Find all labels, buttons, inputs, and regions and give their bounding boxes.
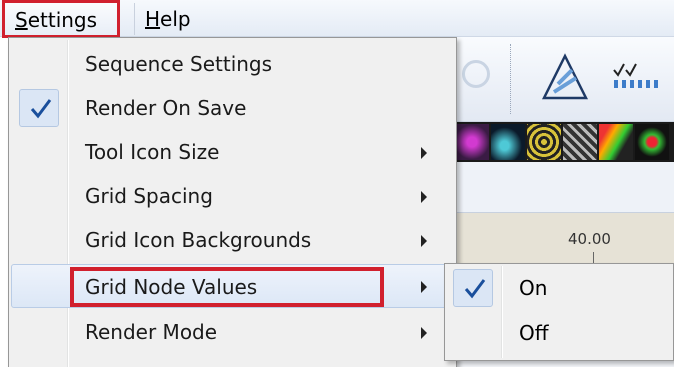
menu-item-grid-spacing[interactable]: Grid Spacing (11, 174, 454, 218)
checkmark-icon (459, 266, 491, 310)
menu-settings[interactable]: Settings (2, 0, 120, 38)
menu-settings-mnemonic: S (15, 8, 28, 32)
submenu-arrow-icon (421, 281, 427, 293)
menu-item-label: Sequence Settings (85, 52, 273, 76)
submenu-arrow-icon (421, 235, 427, 247)
submenu-item-label: Off (519, 321, 549, 345)
menu-item-render-on-save[interactable]: Render On Save (11, 86, 454, 130)
effect-thumbnail-icon[interactable] (455, 124, 489, 160)
menu-item-label: Render Mode (85, 320, 218, 344)
menu-item-render-mode[interactable]: Render Mode (11, 310, 454, 354)
effect-thumbnail-strip (455, 122, 674, 162)
checklist-tool-icon[interactable] (612, 60, 668, 90)
effect-thumbnail-icon[interactable] (635, 124, 669, 160)
effect-thumbnail-icon[interactable] (563, 124, 597, 160)
menu-item-label: Grid Node Values (85, 275, 258, 299)
submenu-arrow-icon (421, 191, 427, 203)
toolbar-separator (510, 44, 513, 114)
ruler-label: 40.00 (568, 230, 611, 248)
checkmark-icon (25, 86, 57, 130)
menu-help-label: elp (160, 7, 191, 31)
menu-item-label: Render On Save (85, 96, 247, 120)
toolbar-lower-area (455, 162, 674, 213)
triangle-tool-icon[interactable] (540, 52, 590, 102)
menu-settings-label: ettings (27, 8, 98, 32)
effect-thumbnail-icon[interactable] (599, 124, 633, 160)
menu-item-sequence-settings[interactable]: Sequence Settings (11, 42, 454, 86)
submenu-arrow-icon (421, 147, 427, 159)
submenu-arrow-icon (421, 327, 427, 339)
menu-item-label: Grid Icon Backgrounds (85, 228, 312, 252)
effect-thumbnail-icon[interactable] (527, 124, 561, 160)
menu-help-mnemonic: H (145, 7, 161, 31)
timeline-ruler (455, 213, 674, 268)
menu-bar: Settings Help (0, 0, 674, 38)
effect-thumbnail-icon[interactable] (491, 124, 525, 160)
menu-item-tool-icon-size[interactable]: Tool Icon Size (11, 130, 454, 174)
submenu-item-off[interactable]: Off (447, 311, 671, 355)
refresh-icon[interactable] (462, 60, 490, 88)
menu-item-label: Grid Spacing (85, 184, 213, 208)
menu-item-label: Tool Icon Size (85, 140, 220, 164)
menu-item-grid-icon-backgrounds[interactable]: Grid Icon Backgrounds (11, 218, 454, 262)
menu-help[interactable]: Help (134, 3, 197, 35)
grid-node-values-submenu: On Off (444, 263, 674, 361)
submenu-item-on[interactable]: On (447, 266, 671, 310)
settings-menu: Sequence Settings Render On Save Tool Ic… (8, 37, 457, 367)
menu-item-grid-node-values[interactable]: Grid Node Values (11, 264, 454, 308)
submenu-item-label: On (519, 276, 548, 300)
